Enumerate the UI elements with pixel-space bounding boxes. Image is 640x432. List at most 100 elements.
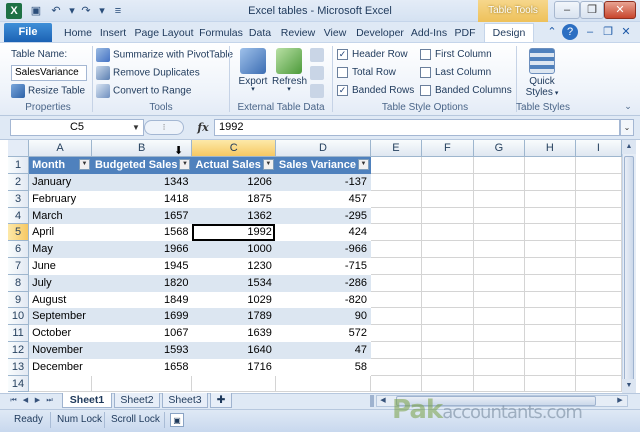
- redo-icon[interactable]: ↷: [78, 3, 94, 19]
- empty-cell[interactable]: [524, 324, 576, 343]
- empty-cell[interactable]: [524, 375, 576, 393]
- empty-cell[interactable]: [473, 307, 525, 326]
- expand-formula-bar-icon[interactable]: ⌄: [620, 119, 634, 136]
- formula-bar-resize-handle[interactable]: ⁝: [144, 120, 184, 135]
- data-cell[interactable]: October: [28, 324, 92, 343]
- data-cell[interactable]: April: [28, 223, 92, 242]
- tab-developer[interactable]: Developer: [354, 25, 406, 41]
- workbook-minimize-icon[interactable]: –: [582, 24, 598, 40]
- insert-function-icon[interactable]: fx: [194, 119, 212, 136]
- empty-cell[interactable]: [421, 190, 474, 208]
- data-cell[interactable]: 1789: [191, 307, 276, 326]
- column-header-e[interactable]: E: [370, 140, 422, 158]
- sheet-tab-sheet1[interactable]: Sheet1: [62, 393, 112, 408]
- data-cell[interactable]: 1534: [191, 274, 276, 292]
- data-cell[interactable]: 1875: [191, 190, 276, 208]
- banded-columns-checkbox[interactable]: Banded Columns: [420, 84, 512, 98]
- first-sheet-icon[interactable]: ⏮: [8, 395, 19, 407]
- unlink-icon[interactable]: [310, 84, 324, 98]
- column-header-i[interactable]: I: [575, 140, 622, 158]
- remove-duplicates-button[interactable]: Remove Duplicates: [96, 66, 200, 80]
- empty-cell[interactable]: [421, 173, 474, 191]
- table-name-input[interactable]: SalesVariance: [11, 65, 87, 81]
- row-header[interactable]: 4: [8, 207, 30, 225]
- undo-icon[interactable]: ↶: [48, 3, 64, 19]
- row-header[interactable]: 9: [8, 291, 30, 309]
- filter-dropdown-icon[interactable]: ▼: [179, 159, 191, 171]
- data-cell[interactable]: -137: [275, 173, 371, 191]
- data-cell[interactable]: 457: [275, 190, 371, 208]
- row-header[interactable]: 8: [8, 274, 30, 292]
- name-box-dropdown-icon[interactable]: ▼: [130, 120, 142, 135]
- data-cell[interactable]: 58: [275, 358, 371, 376]
- empty-cell[interactable]: [575, 358, 622, 376]
- scroll-down-icon[interactable]: ▼: [622, 379, 636, 393]
- empty-cell[interactable]: [575, 173, 622, 191]
- help-icon[interactable]: ?: [562, 24, 578, 40]
- data-cell[interactable]: July: [28, 274, 92, 292]
- empty-cell[interactable]: [473, 375, 525, 393]
- empty-cell[interactable]: [575, 223, 622, 242]
- table-header-cell[interactable]: Budgeted Sales ▼: [91, 156, 193, 175]
- data-cell[interactable]: 1657: [91, 207, 193, 225]
- empty-cell[interactable]: [91, 375, 193, 393]
- last-sheet-icon[interactable]: ⏭: [44, 395, 55, 407]
- empty-cell[interactable]: [370, 240, 422, 259]
- empty-cell[interactable]: [370, 173, 422, 191]
- empty-cell[interactable]: [575, 190, 622, 208]
- data-cell[interactable]: February: [28, 190, 92, 208]
- macro-record-icon[interactable]: ▣: [170, 413, 184, 427]
- convert-to-range-button[interactable]: Convert to Range: [96, 84, 191, 98]
- first-column-checkbox[interactable]: First Column: [420, 48, 492, 62]
- table-header-cell[interactable]: Month ▼: [28, 156, 92, 175]
- empty-cell[interactable]: [421, 274, 474, 292]
- data-cell[interactable]: December: [28, 358, 92, 376]
- total-row-checkbox[interactable]: Total Row: [337, 66, 396, 80]
- empty-cell[interactable]: [370, 190, 422, 208]
- empty-cell[interactable]: [524, 223, 576, 242]
- empty-cell[interactable]: [370, 223, 422, 242]
- data-cell[interactable]: August: [28, 291, 92, 309]
- row-header[interactable]: 10: [8, 307, 30, 326]
- row-header[interactable]: 2: [8, 173, 30, 191]
- column-header-c[interactable]: C: [191, 140, 276, 158]
- empty-cell[interactable]: [524, 307, 576, 326]
- data-cell[interactable]: September: [28, 307, 92, 326]
- row-header[interactable]: 12: [8, 341, 30, 359]
- data-cell[interactable]: -820: [275, 291, 371, 309]
- empty-cell[interactable]: [575, 257, 622, 275]
- data-cell[interactable]: 1568: [91, 223, 193, 242]
- tab-design[interactable]: Design: [484, 23, 534, 42]
- data-cell[interactable]: -715: [275, 257, 371, 275]
- data-cell[interactable]: 1658: [91, 358, 193, 376]
- data-cell[interactable]: -286: [275, 274, 371, 292]
- empty-cell[interactable]: [421, 156, 474, 175]
- empty-cell[interactable]: [524, 190, 576, 208]
- name-box[interactable]: C5: [10, 119, 144, 136]
- worksheet-grid[interactable]: A B C D E F G H I 1 Month ▼ Budgeted Sales ▼ Actual Sa…: [8, 140, 622, 393]
- row-header[interactable]: 13: [8, 358, 30, 376]
- quick-styles-button[interactable]: Quick Styles ▾: [522, 48, 562, 98]
- horizontal-scroll-thumb[interactable]: [396, 396, 596, 406]
- header-row-checkbox[interactable]: ✓ Header Row: [337, 48, 408, 62]
- empty-cell[interactable]: [524, 291, 576, 309]
- data-cell[interactable]: 1945: [91, 257, 193, 275]
- column-header-a[interactable]: A: [28, 140, 92, 158]
- empty-cell[interactable]: [473, 223, 525, 242]
- empty-cell[interactable]: [575, 291, 622, 309]
- column-header-f[interactable]: F: [421, 140, 474, 158]
- open-in-browser-icon[interactable]: [310, 66, 324, 80]
- empty-cell[interactable]: [421, 257, 474, 275]
- data-cell[interactable]: 47: [275, 341, 371, 359]
- empty-cell[interactable]: [473, 156, 525, 175]
- row-header[interactable]: 6: [8, 240, 30, 259]
- data-cell[interactable]: 1418: [91, 190, 193, 208]
- empty-cell[interactable]: [473, 324, 525, 343]
- empty-cell[interactable]: [370, 257, 422, 275]
- data-cell[interactable]: 1699: [91, 307, 193, 326]
- data-cell[interactable]: 1640: [191, 341, 276, 359]
- workbook-close-icon[interactable]: ✕: [618, 24, 634, 40]
- data-cell[interactable]: June: [28, 257, 92, 275]
- empty-cell[interactable]: [575, 307, 622, 326]
- column-header-g[interactable]: G: [473, 140, 525, 158]
